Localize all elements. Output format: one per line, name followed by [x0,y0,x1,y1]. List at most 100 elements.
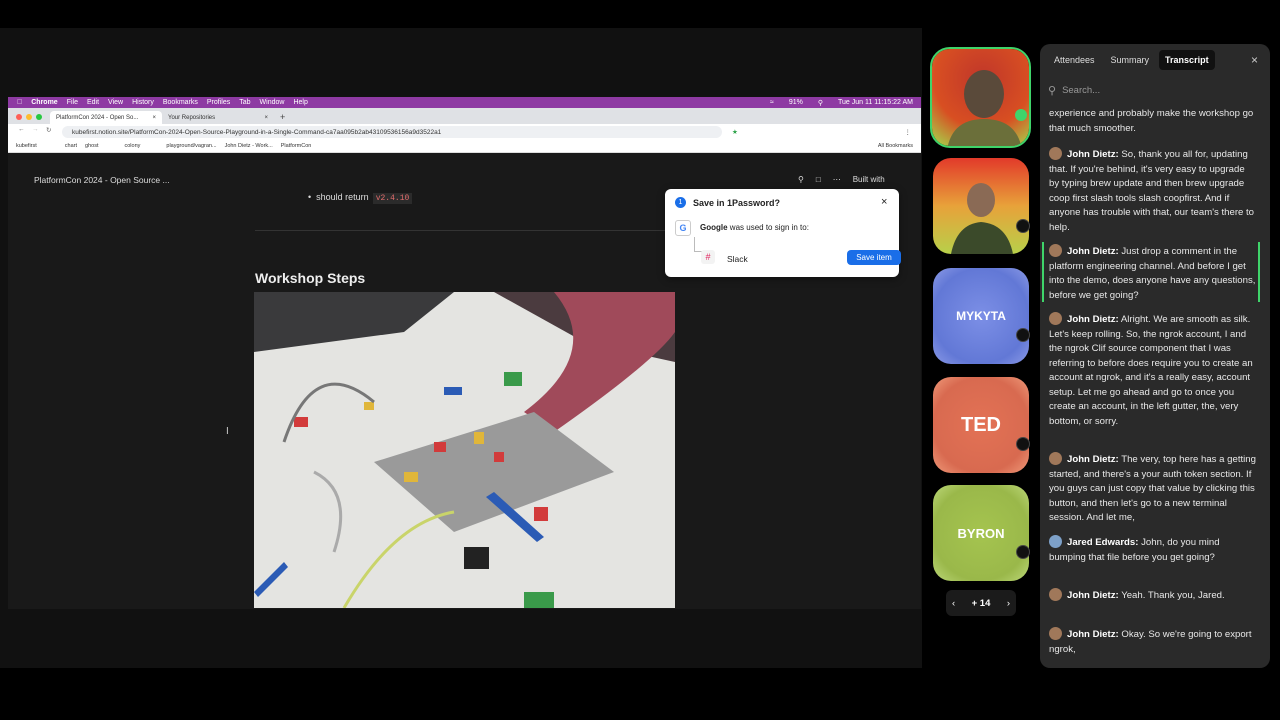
speaker-video [932,49,1029,146]
workshop-photo [254,292,675,608]
divider [255,230,665,231]
reload-icon[interactable]: ↻ [46,126,51,134]
all-bookmarks[interactable]: All Bookmarks [878,143,913,149]
menu-app-name[interactable]: Chrome [31,99,57,106]
menu-window[interactable]: Window [260,99,285,106]
close-window-icon[interactable] [16,114,22,120]
avatar [1049,535,1062,548]
notion-toolbar: ⚲ □ ⋯ Built with [798,175,885,184]
mic-muted-icon [1016,219,1030,233]
bookmark-chart[interactable]: chart [65,143,77,149]
tab-attendees[interactable]: Attendees [1048,50,1101,70]
onepassword-icon: 1 [675,197,686,208]
more-participants-count[interactable]: + 14 [972,598,991,609]
mic-muted-icon [1016,437,1030,451]
video-tile-speaker[interactable] [930,47,1031,148]
transcript-entry: John Dietz: Yeah. Thank you, Jared. [1049,588,1257,604]
forward-icon[interactable]: → [32,126,39,133]
notion-page-title[interactable]: PlatformCon 2024 - Open Source ... [34,175,170,185]
avatar [1049,147,1062,160]
tab-repositories[interactable]: Your Repositories × [162,111,274,124]
tab-summary[interactable]: Summary [1105,50,1156,70]
menu-file[interactable]: File [67,99,78,106]
mic-muted-icon [1016,545,1030,559]
participant-name: MYKYTA [956,309,1006,323]
bookmarks-bar: kubefirst chart ghost colony playground/… [8,140,921,153]
transcript-entry: Jared Edwards: John, do you mind bumping… [1049,535,1220,563]
url-input[interactable]: kubefirst.notion.site/PlatformCon-2024-O… [62,126,722,138]
save-item-button[interactable]: Save item [847,250,901,265]
video-tile-participant[interactable] [933,158,1029,254]
transcript-entry: John Dietz: The very, top here has a get… [1049,452,1256,523]
search-icon[interactable]: ⚲ [798,175,804,184]
zoom-window-icon[interactable] [36,114,42,120]
avatar [1049,312,1062,325]
minimize-window-icon[interactable] [26,114,32,120]
transcript-entry-active: John Dietz: Just drop a comment in the p… [1049,244,1256,301]
comment-icon[interactable]: □ [816,175,821,184]
bookmark-ghost[interactable]: ghost [85,143,98,149]
tab-transcript[interactable]: Transcript [1159,50,1215,70]
text-cursor-icon: I [226,426,229,437]
onepassword-popup: 1 Save in 1Password? × G Google was used… [665,189,901,277]
active-entry-marker [1042,242,1044,302]
more-icon[interactable]: ⋯ [833,175,841,184]
back-icon[interactable]: ← [18,126,25,133]
new-tab-icon[interactable]: + [280,112,285,122]
bookmark-platformcon[interactable]: PlatformCon [281,143,312,149]
participant-pager: ‹ + 14 › [946,590,1016,616]
battery-level[interactable]: 91% [789,99,803,106]
chevron-left-icon[interactable]: ‹ [952,598,955,609]
transcript-entry: John Dietz: Alright. We are smooth as si… [1049,312,1253,427]
search-icon[interactable]: ⚲ [818,99,823,107]
menu-help[interactable]: Help [293,99,307,106]
video-tile-ted[interactable]: TED [933,377,1029,473]
avatar [1049,244,1062,257]
close-tab-icon[interactable]: × [264,115,268,121]
video-tile-byron[interactable]: BYRON [933,485,1029,581]
active-entry-marker [1258,242,1260,302]
avatar [1049,452,1062,465]
menu-edit[interactable]: Edit [87,99,99,106]
video-tile-mykyta[interactable]: MYKYTA [933,268,1029,364]
menu-profiles[interactable]: Profiles [207,99,230,106]
bookmark-john-dietz[interactable]: John Dietz - Work... [225,143,273,149]
mic-muted-icon [1016,328,1030,342]
transcript-list: experience and probably make the worksho… [1040,95,1262,668]
google-sign-in-text: Google was used to sign in to: [700,223,809,232]
apple-icon:  [17,99,22,106]
google-icon: G [675,220,691,236]
wifi-icon[interactable]: ≈ [770,99,774,106]
bookmark-kubefirst[interactable]: kubefirst [16,143,37,149]
close-icon[interactable]: × [881,196,887,208]
bookmark-colony[interactable]: colony [125,143,141,149]
menu-tab[interactable]: Tab [239,99,250,106]
close-panel-icon[interactable]: × [1251,53,1258,67]
more-menu-icon[interactable]: ⋮ [905,128,912,136]
transcript-entry: experience and probably make the worksho… [1049,108,1254,134]
transcript-entry: John Dietz: So, thank you all for, updat… [1049,147,1255,233]
participant-video [933,158,1029,254]
close-tab-icon[interactable]: × [152,115,156,121]
lego-table-image [254,292,675,608]
bookmark-playground[interactable]: playground/vagran... [166,143,216,149]
menu-view[interactable]: View [108,99,123,106]
workshop-steps-heading: Workshop Steps [255,270,366,286]
shared-browser-window:  Chrome File Edit View History Bookmark… [8,97,921,609]
bullet-item: • should return v2.4.10 [308,192,413,204]
built-with-label[interactable]: Built with [853,175,885,184]
popup-title: Save in 1Password? [693,198,781,208]
chevron-right-icon[interactable]: › [1007,598,1010,609]
tab-platformcon[interactable]: PlatformCon 2024 - Open So... × [50,111,162,124]
menu-bookmarks[interactable]: Bookmarks [163,99,198,106]
menu-history[interactable]: History [132,99,154,106]
mac-menu-bar:  Chrome File Edit View History Bookmark… [8,97,921,108]
slack-label: Slack [727,254,748,264]
bookmark-star-icon[interactable]: ★ [732,128,738,136]
browser-tab-bar: PlatformCon 2024 - Open So... × Your Rep… [8,108,921,124]
avatar [1049,588,1062,601]
speaking-indicator-icon [1015,109,1027,121]
panel-tabs: Attendees Summary Transcript [1048,50,1215,70]
participant-name: TED [961,413,1001,436]
menu-clock[interactable]: Tue Jun 11 11:15:22 AM [838,99,913,106]
